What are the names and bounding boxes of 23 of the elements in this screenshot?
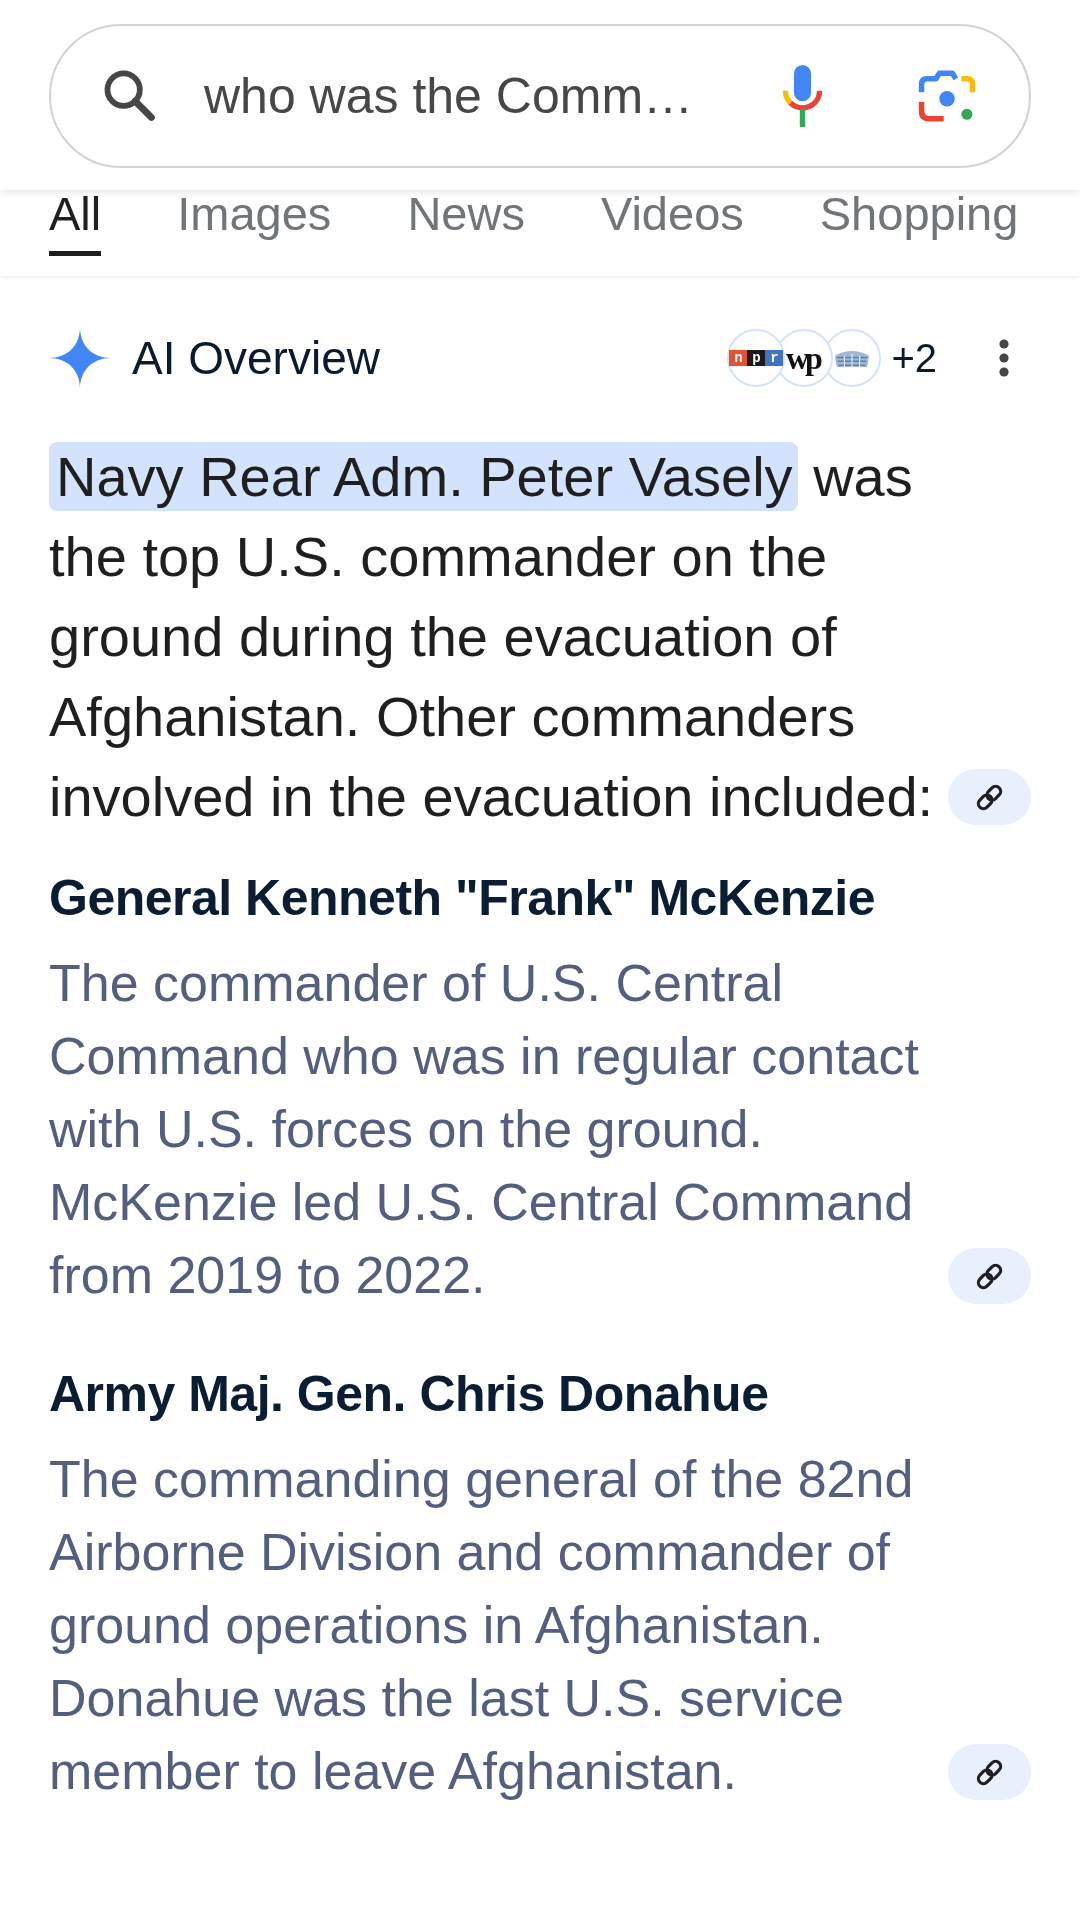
- microphone-icon[interactable]: [780, 65, 825, 127]
- citation-button[interactable]: [948, 1248, 1031, 1304]
- tab[interactable]: Images: [177, 190, 332, 256]
- more-options-icon[interactable]: [999, 339, 1009, 377]
- section-text: The commander of U.S. Central Command who was in regular contact with U.S. forces on the ground. McKenzie led U.S. Central Command from 2019 to 2022.: [49, 953, 920, 1306]
- tab[interactable]: News: [407, 190, 525, 256]
- search-icon: [104, 70, 156, 122]
- section-text: The commanding general of the 82nd Airborne Division and commander of ground operations in Afghanistan. Donahue was the last U.S. service member to leave Afghanistan.: [49, 1449, 915, 1802]
- tab[interactable]: All: [49, 190, 102, 256]
- camera-icon[interactable]: [918, 70, 976, 122]
- ai-overview-title: AI Overview: [132, 331, 381, 385]
- tab[interactable]: Videos: [600, 190, 744, 256]
- link-icon: [976, 783, 1003, 811]
- link-icon: [976, 1262, 1003, 1290]
- search-field[interactable]: who was the Comm…: [49, 24, 1031, 168]
- section-heading: General Kenneth "Frank" McKenzie: [49, 869, 877, 928]
- tab[interactable]: Shopping: [819, 190, 1019, 256]
- citation-button[interactable]: [948, 769, 1031, 825]
- link-icon: [976, 1758, 1003, 1786]
- section-heading: Army Maj. Gen. Chris Donahue: [49, 1365, 770, 1424]
- source-logo: npr: [727, 329, 786, 387]
- citation-button[interactable]: [948, 1744, 1031, 1800]
- summary-text: Navy Rear Adm. Peter Vasely was the top U.S. commander on the ground during the evacuation of Afghanistan. Other commanders involved in the evacuation included:: [49, 437, 936, 837]
